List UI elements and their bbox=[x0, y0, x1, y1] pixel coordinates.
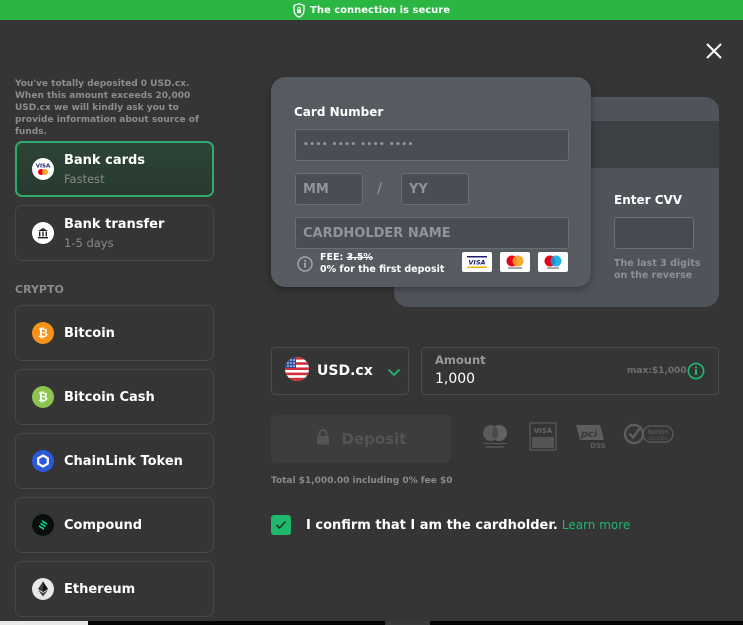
mastercard-idcheck-badge bbox=[480, 422, 510, 452]
bitcoin-icon: ₿ bbox=[32, 322, 54, 344]
method-title: Ethereum bbox=[64, 581, 136, 597]
method-title: Bank cards bbox=[64, 152, 146, 168]
maestro-logo-icon bbox=[538, 252, 568, 272]
svg-text:pci: pci bbox=[580, 429, 598, 440]
card-front: Card Number •••• •••• •••• •••• MM / YY … bbox=[271, 77, 591, 287]
compound-icon bbox=[32, 514, 54, 536]
method-title: ChainLink Token bbox=[64, 453, 183, 469]
close-button[interactable] bbox=[703, 40, 725, 62]
chevron-down-icon bbox=[387, 362, 401, 381]
norton-secured-badge: Norton SECURED bbox=[623, 422, 675, 446]
method-title: Bitcoin Cash bbox=[64, 389, 155, 405]
fee-info: FEE: 3.5% 0% for the first deposit bbox=[297, 252, 444, 276]
bottom-edge-segment bbox=[0, 621, 88, 625]
lock-icon bbox=[316, 429, 330, 449]
method-chainlink[interactable]: ChainLink Token bbox=[15, 433, 214, 489]
confirm-checkbox[interactable] bbox=[271, 515, 291, 535]
crypto-section-label: CRYPTO bbox=[15, 283, 64, 296]
cvv-hint-line: on the reverse bbox=[614, 270, 693, 281]
card-brands: VISA bbox=[462, 252, 568, 272]
cvv-hint-line: The last 3 digits bbox=[614, 258, 701, 269]
card-number-label: Card Number bbox=[294, 105, 384, 119]
method-title: Bank transfer bbox=[64, 216, 165, 232]
verified-by-visa-badge: VISA bbox=[529, 422, 557, 452]
total-summary: Total $1,000.00 including 0% fee $0 bbox=[271, 476, 453, 486]
bank-icon bbox=[32, 222, 54, 244]
deposit-button[interactable]: Deposit bbox=[271, 415, 451, 463]
ethereum-icon bbox=[32, 578, 54, 600]
method-bitcoin-cash[interactable]: ₿ Bitcoin Cash bbox=[15, 369, 214, 425]
card-number-input[interactable]: •••• •••• •••• •••• bbox=[295, 129, 569, 161]
expiry-month-input[interactable]: MM bbox=[295, 173, 363, 205]
check-icon bbox=[275, 520, 287, 530]
method-subtitle: Fastest bbox=[64, 171, 105, 186]
svg-text:SECURED: SECURED bbox=[648, 436, 667, 441]
visa-mastercard-icon: VISA bbox=[32, 158, 54, 180]
learn-more-link[interactable]: Learn more bbox=[562, 518, 630, 532]
cvv-label: Enter CVV bbox=[614, 193, 683, 207]
bitcoin-cash-icon: ₿ bbox=[32, 386, 54, 408]
cvv-hint: The last 3 digits on the reverse bbox=[614, 258, 700, 282]
method-title: Bitcoin bbox=[64, 325, 115, 341]
bottom-edge bbox=[0, 621, 743, 625]
confirm-text: I confirm that I am the cardholder. bbox=[306, 517, 558, 533]
info-icon[interactable] bbox=[687, 362, 705, 384]
cardholder-confirmation: I confirm that I am the cardholder. Lear… bbox=[271, 515, 630, 535]
svg-text:Norton: Norton bbox=[648, 429, 669, 436]
currency-select[interactable]: USD.cx bbox=[271, 347, 409, 395]
method-subtitle: 1-5 days bbox=[64, 235, 114, 250]
expiry-year-input[interactable]: YY bbox=[401, 173, 469, 205]
fee-note: 0% for the first deposit bbox=[320, 264, 445, 275]
svg-text:VISA: VISA bbox=[36, 164, 51, 170]
amount-label: Amount bbox=[435, 353, 486, 367]
cvv-input[interactable] bbox=[614, 217, 694, 249]
deposit-limit-notice: You've totally deposited 0 USD.cx. When … bbox=[15, 79, 199, 137]
secure-text: The connection is secure bbox=[310, 4, 450, 16]
secure-connection-bar: The connection is secure bbox=[0, 0, 743, 20]
svg-text:DSS: DSS bbox=[590, 442, 606, 450]
method-bank-cards[interactable]: VISA Bank cards Fastest bbox=[15, 141, 214, 197]
expiry-separator: / bbox=[377, 179, 383, 197]
method-bank-transfer[interactable]: Bank transfer 1-5 days bbox=[15, 205, 214, 261]
info-icon bbox=[297, 256, 313, 272]
visa-logo-icon: VISA bbox=[462, 252, 492, 272]
amount-max: max:$1,000 bbox=[627, 366, 687, 376]
shield-lock-icon bbox=[293, 2, 305, 18]
method-compound[interactable]: Compound bbox=[15, 497, 214, 553]
method-ethereum[interactable]: Ethereum bbox=[15, 561, 214, 617]
chainlink-icon bbox=[32, 450, 54, 472]
currency-code: USD.cx bbox=[317, 363, 373, 379]
method-title: Compound bbox=[64, 517, 143, 533]
svg-text:VISA: VISA bbox=[468, 259, 485, 267]
mastercard-logo-icon bbox=[500, 252, 530, 272]
deposit-label: Deposit bbox=[341, 430, 407, 448]
svg-text:VISA: VISA bbox=[534, 427, 553, 435]
cardholder-name-input[interactable]: CARDHOLDER NAME bbox=[295, 217, 569, 249]
close-icon bbox=[706, 43, 722, 59]
fee-label: FEE: bbox=[320, 252, 344, 263]
amount-input[interactable]: Amount 1,000 max:$1,000 bbox=[421, 347, 719, 395]
us-flag-icon bbox=[285, 357, 309, 385]
fee-old-value: 3.5% bbox=[346, 252, 373, 263]
bottom-edge-segment bbox=[385, 621, 430, 625]
pci-dss-badge: pci DSS bbox=[574, 422, 610, 452]
method-bitcoin[interactable]: ₿ Bitcoin bbox=[15, 305, 214, 361]
amount-value[interactable]: 1,000 bbox=[435, 371, 475, 387]
